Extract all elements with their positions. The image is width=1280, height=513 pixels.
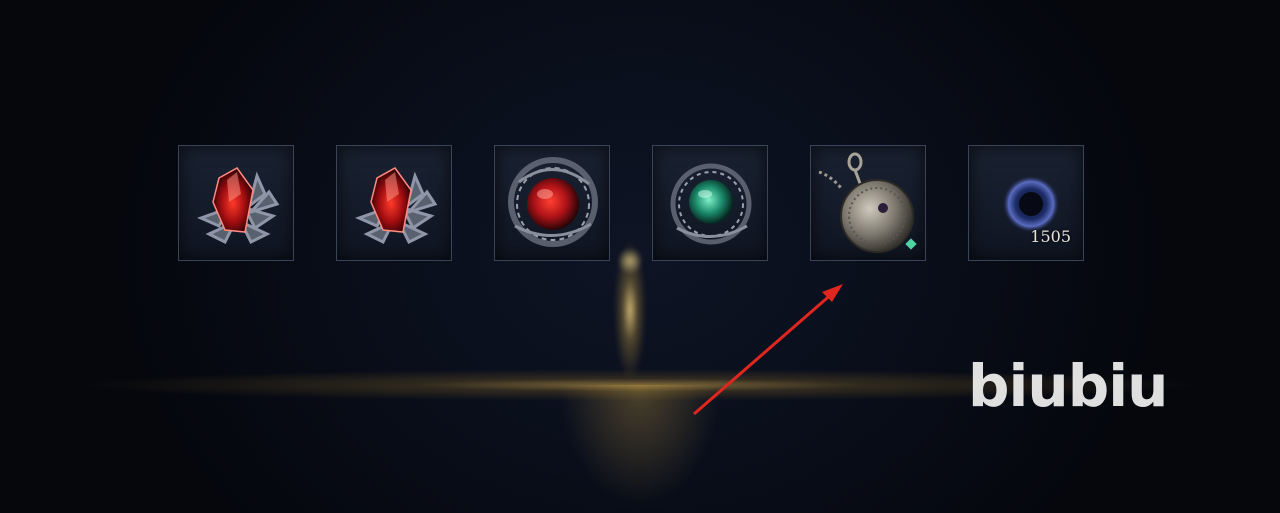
- red-pointer-arrow: [693, 284, 843, 416]
- game-scene: 1505 biubiu: [0, 0, 1280, 513]
- watermark-logo: biubiu: [968, 352, 1168, 420]
